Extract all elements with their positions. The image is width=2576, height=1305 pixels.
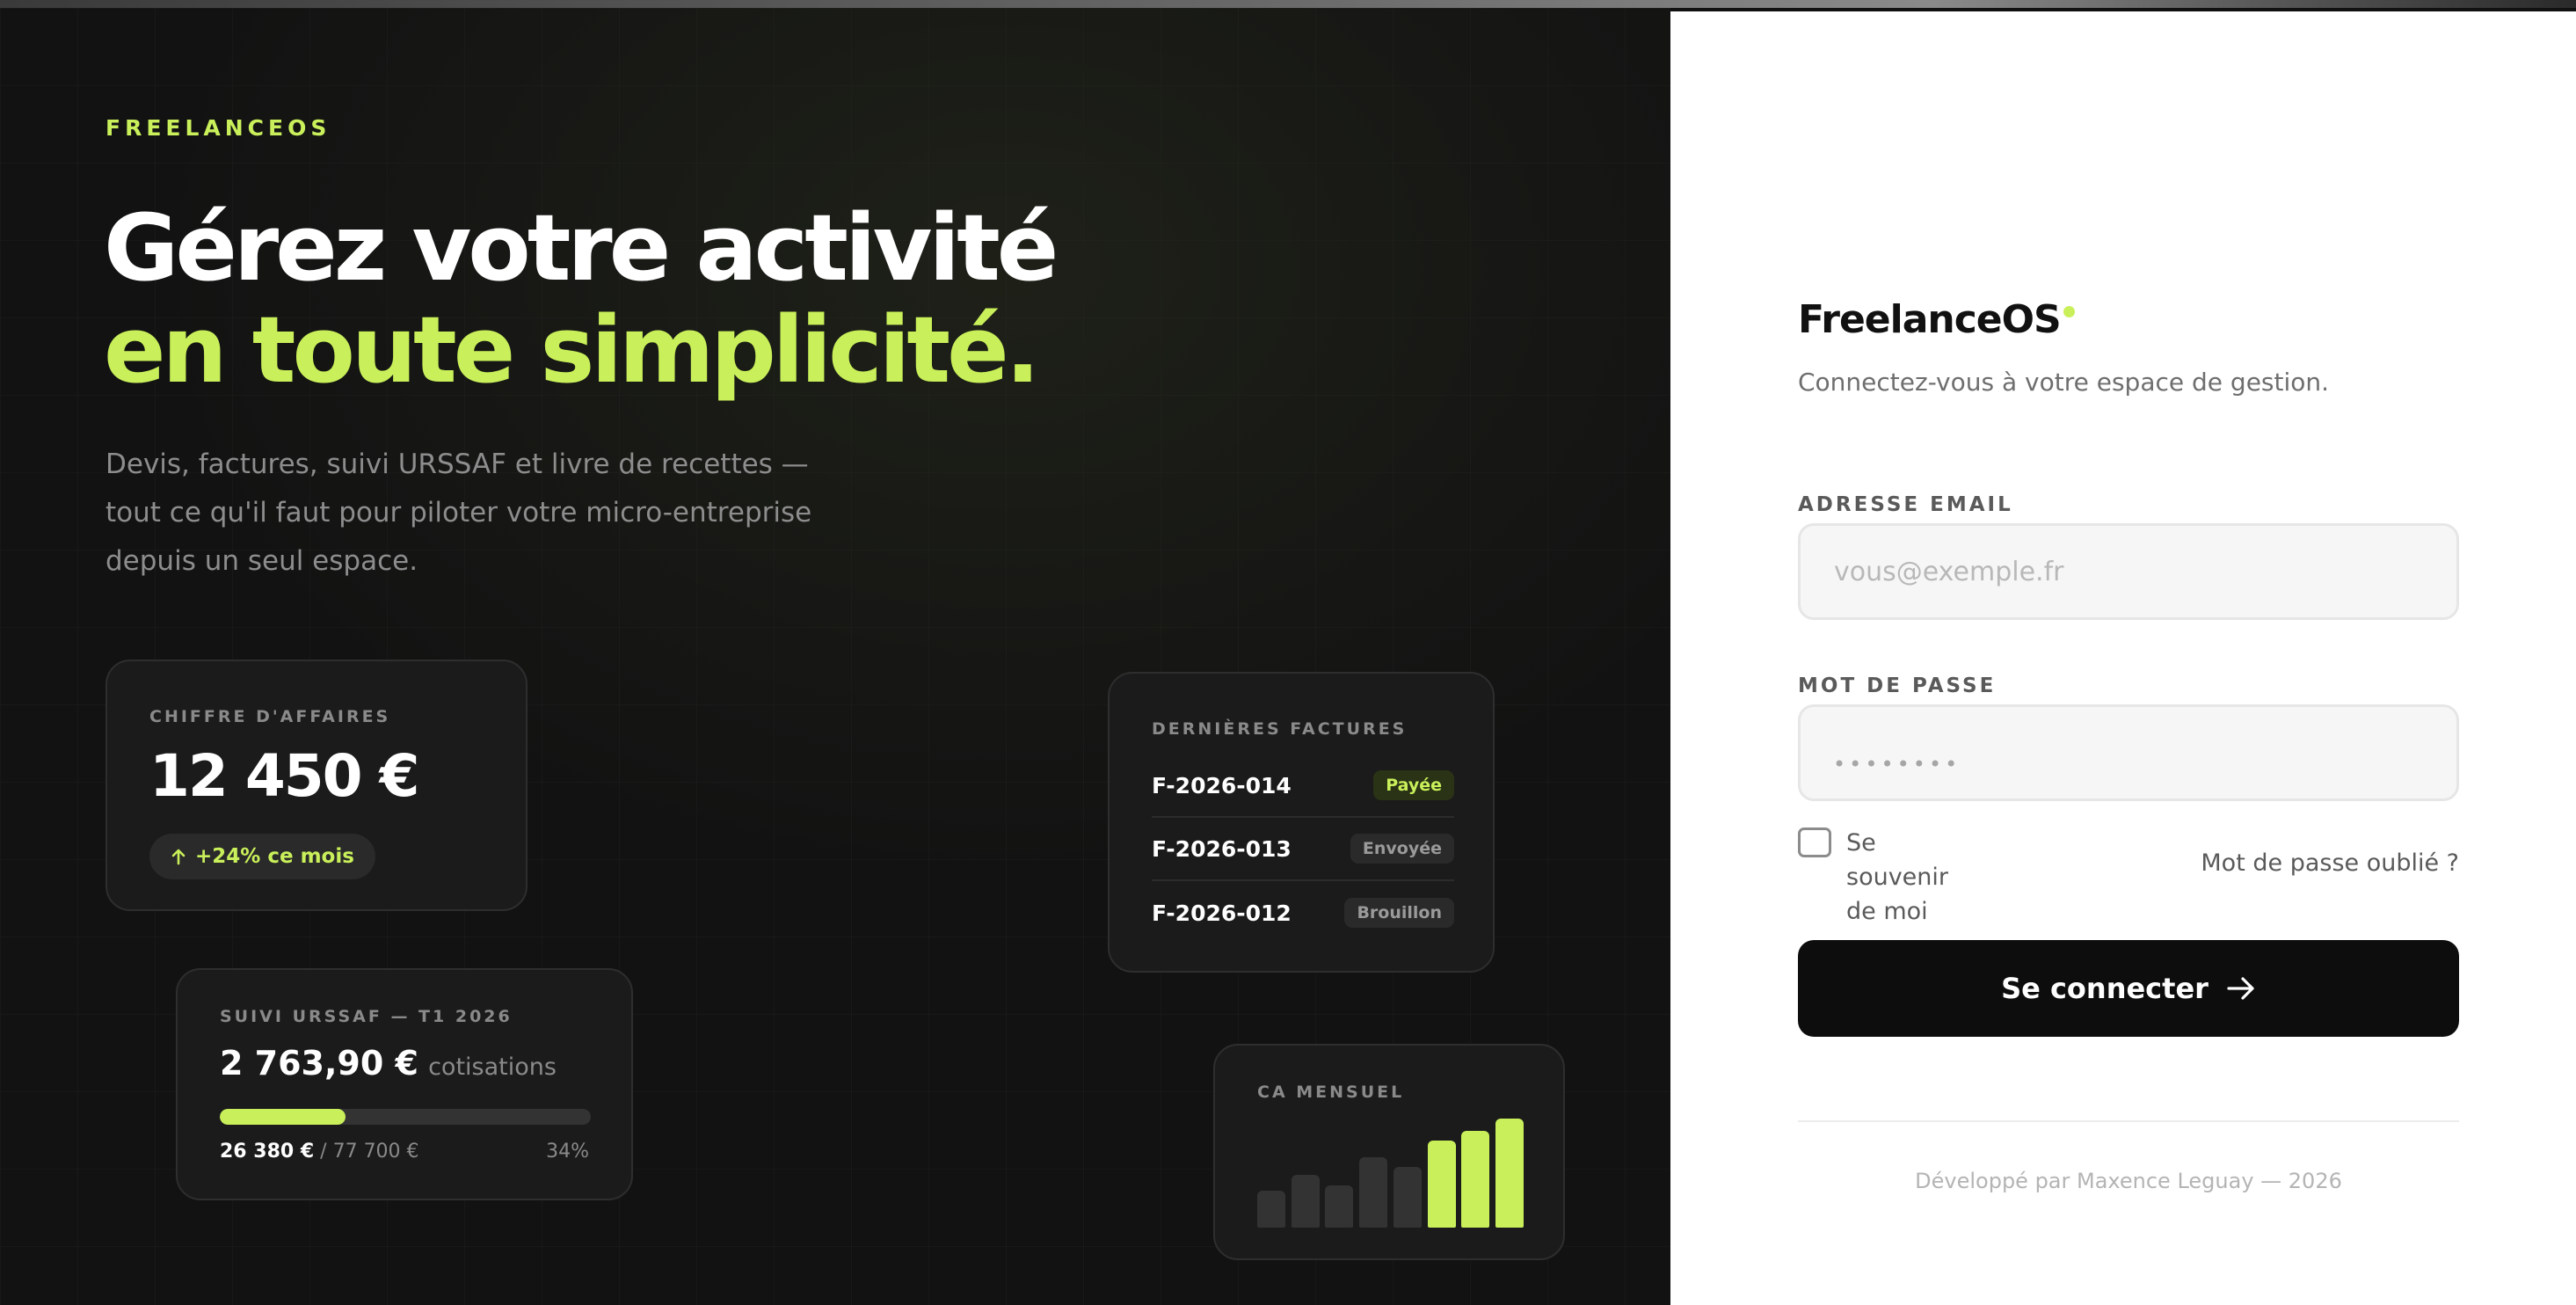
monthly-card-label: CA MENSUEL — [1257, 1083, 1405, 1102]
headline-line-1: Gérez votre activité — [104, 194, 1059, 302]
invoice-id: F-2026-012 — [1152, 900, 1292, 926]
monthly-bar — [1291, 1175, 1320, 1228]
urssaf-progress-fill — [220, 1109, 346, 1125]
invoice-row: F-2026-012 Brouillon — [1152, 881, 1454, 944]
arrow-up-icon — [171, 849, 186, 865]
arrow-right-icon — [2227, 977, 2254, 1000]
monthly-revenue-card: CA MENSUEL — [1213, 1044, 1565, 1260]
remember-label[interactable]: Se souvenir de moi — [1846, 826, 1961, 929]
urssaf-amount-value: 2 763,90 € — [220, 1044, 418, 1083]
invoices-card: DERNIÈRES FACTURES F-2026-014 Payée F-20… — [1108, 672, 1495, 973]
revenue-card-label: CHIFFRE D'AFFAIRES — [149, 707, 391, 726]
login-tagline: Connectez-vous à votre espace de gestion… — [1798, 368, 2330, 397]
email-field[interactable] — [1798, 523, 2459, 620]
revenue-trend-text: +24% ce mois — [195, 845, 354, 868]
urssaf-progress-track — [220, 1109, 591, 1125]
urssaf-amount: 2 763,90 € cotisations — [220, 1044, 557, 1083]
remember-me[interactable]: Se souvenir de moi — [1798, 827, 1948, 925]
hero-brand: FREELANCEOS — [106, 115, 331, 141]
urssaf-amount-unit: cotisations — [428, 1053, 557, 1081]
hero-panel: FREELANCEOS Gérez votre activité en tout… — [0, 8, 1670, 1305]
invoice-status-badge: Envoyée — [1350, 834, 1454, 864]
invoice-status-badge: Brouillon — [1344, 898, 1454, 928]
monthly-bar-chart — [1257, 1116, 1524, 1228]
logo-text: FreelanceOS — [1798, 297, 2062, 342]
monthly-bar — [1427, 1141, 1456, 1228]
urssaf-card-label: SUIVI URSSAF — T1 2026 — [220, 1007, 513, 1026]
invoices-card-label: DERNIÈRES FACTURES — [1152, 719, 1408, 739]
monthly-bar — [1359, 1157, 1388, 1228]
revenue-trend-badge: +24% ce mois — [149, 834, 375, 879]
monthly-bar — [1393, 1167, 1422, 1228]
invoice-id: F-2026-013 — [1152, 835, 1292, 862]
urssaf-progress-amounts: 26 380 € / 77 700 € — [220, 1141, 419, 1163]
monthly-bar — [1325, 1185, 1354, 1228]
login-button[interactable]: Se connecter — [1798, 940, 2459, 1037]
urssaf-progress-current: 26 380 € — [220, 1141, 315, 1163]
invoice-status-badge: Payée — [1373, 770, 1454, 800]
login-panel: FreelanceOS Connectez-vous à votre espac… — [1670, 11, 2576, 1305]
window-top-bar — [0, 0, 2576, 8]
urssaf-progress-percent: 34% — [546, 1141, 589, 1163]
invoice-id: F-2026-014 — [1152, 772, 1292, 798]
password-field[interactable] — [1798, 704, 2459, 801]
remember-checkbox[interactable] — [1798, 827, 1831, 857]
invoice-list: F-2026-014 Payée F-2026-013 Envoyée F-20… — [1152, 755, 1454, 944]
hero-headline: Gérez votre activité en toute simplicité… — [104, 194, 1059, 404]
logo-dot-icon — [2063, 306, 2075, 317]
revenue-card: CHIFFRE D'AFFAIRES 12 450 € +24% ce mois — [106, 660, 528, 911]
email-label: ADRESSE EMAIL — [1798, 493, 2013, 516]
urssaf-progress-total: / 77 700 € — [320, 1141, 419, 1163]
footer-credit: Développé par Maxence Leguay — 2026 — [1915, 1169, 2342, 1193]
footer-divider — [1798, 1120, 2459, 1122]
monthly-bar — [1495, 1119, 1524, 1228]
login-button-label: Se connecter — [2001, 972, 2209, 1005]
monthly-bar — [1461, 1131, 1490, 1228]
hero-subtitle: Devis, factures, suivi URSSAF et livre d… — [106, 448, 812, 577]
invoice-row: F-2026-013 Envoyée — [1152, 818, 1454, 881]
urssaf-card: SUIVI URSSAF — T1 2026 2 763,90 € cotisa… — [176, 968, 633, 1200]
headline-line-2: en toute simplicité. — [104, 296, 1040, 404]
invoice-row: F-2026-014 Payée — [1152, 755, 1454, 818]
app-logo: FreelanceOS — [1798, 297, 2075, 342]
revenue-value: 12 450 € — [149, 742, 419, 810]
password-label: MOT DE PASSE — [1798, 674, 1997, 697]
monthly-bar — [1257, 1191, 1285, 1228]
forgot-password-link[interactable]: Mot de passe oublié ? — [2201, 849, 2459, 877]
